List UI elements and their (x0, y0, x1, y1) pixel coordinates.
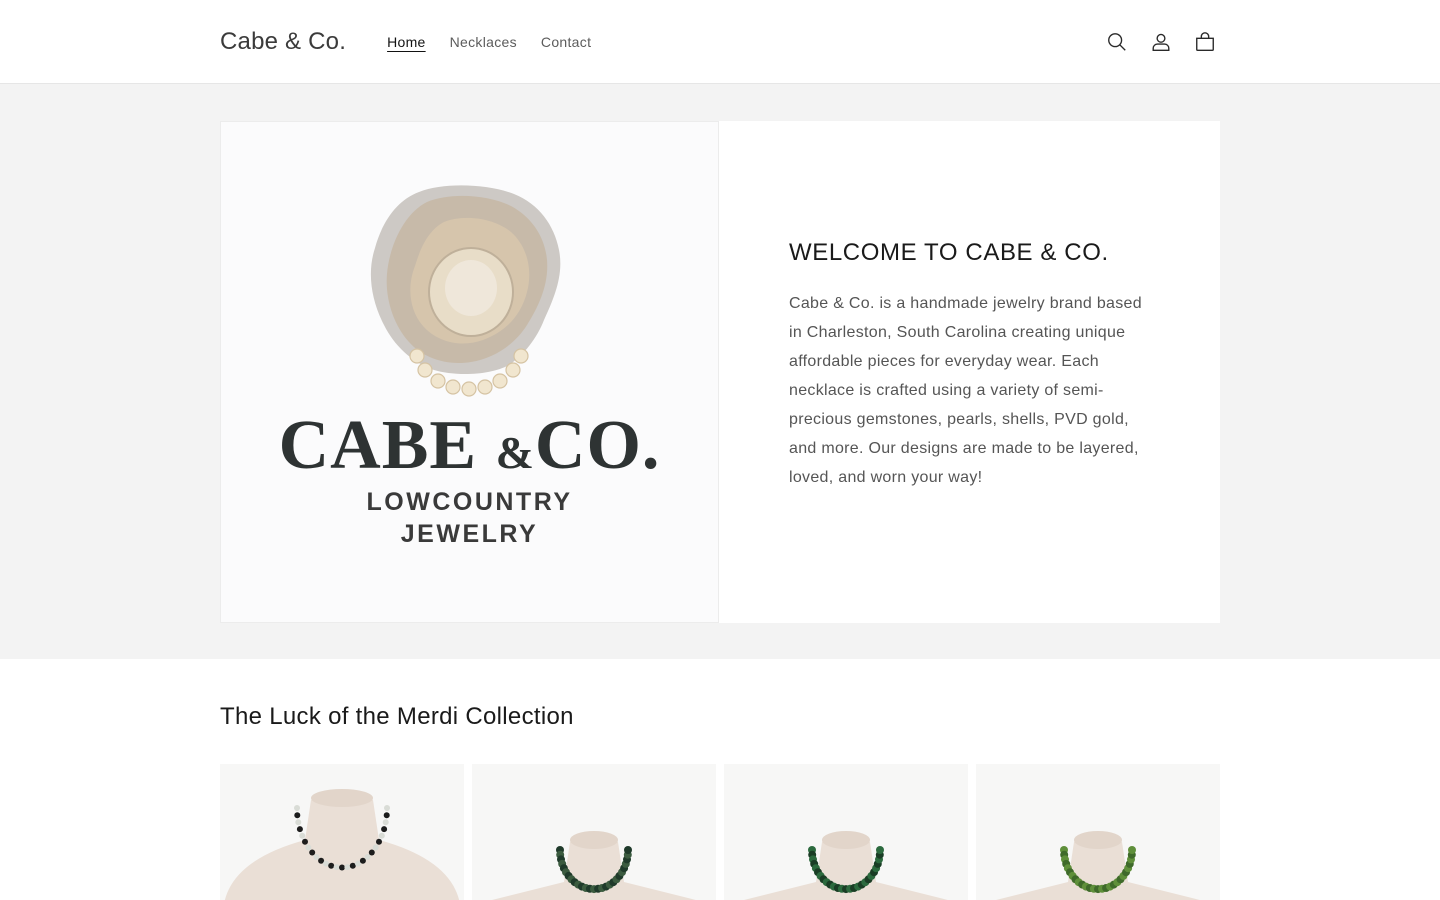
bust-form (225, 791, 459, 900)
necklace-bead (294, 805, 300, 811)
nav-home[interactable]: Home (375, 34, 438, 50)
necklace-bead (381, 826, 388, 833)
necklace-bead (302, 838, 308, 845)
necklace-photo (491, 831, 696, 900)
necklace-bead (359, 857, 366, 864)
main-nav: Home Necklaces Contact (375, 34, 603, 50)
necklace-bead (333, 864, 340, 871)
hero-brand-image: CABE &CO. LOWCOUNTRY JEWELRY (220, 121, 719, 623)
product-grid (220, 764, 1220, 900)
necklace-bead (368, 849, 375, 856)
bust-top (822, 831, 870, 849)
nav-contact[interactable]: Contact (529, 34, 603, 50)
brand-tagline-line1: LOWCOUNTRY (366, 488, 573, 516)
brand-wordmark-ampersand: & (495, 427, 535, 478)
account-icon (1152, 33, 1170, 51)
necklace-bead (384, 805, 390, 811)
necklace-bead (323, 860, 329, 867)
necklace-bead (382, 819, 389, 826)
necklace-bead (383, 812, 390, 819)
product-card[interactable] (724, 764, 968, 900)
necklace-photo (743, 831, 948, 900)
search-icon (1108, 33, 1126, 51)
collection-section: The Luck of the Merdi Collection (0, 659, 1440, 900)
collection-title: The Luck of the Merdi Collection (220, 703, 574, 730)
product-card[interactable] (976, 764, 1220, 900)
necklace-bead (344, 864, 351, 871)
product-card[interactable] (472, 764, 716, 900)
header-icons (1102, 27, 1220, 57)
necklace-bead (328, 862, 335, 869)
site-logo[interactable]: Cabe & Co. (220, 28, 346, 56)
necklace-bead (624, 846, 632, 854)
necklace-bead (364, 854, 371, 860)
necklace-bead (294, 812, 301, 819)
cart-button[interactable] (1190, 27, 1220, 57)
necklace-bead (305, 844, 312, 851)
necklace-bead (349, 862, 356, 869)
product-card[interactable] (220, 764, 464, 900)
necklace-photo (995, 831, 1200, 900)
hero-section: CABE &CO. LOWCOUNTRY JEWELRY WELCOME TO … (0, 84, 1440, 659)
header-inner: Cabe & Co. Home Necklaces Contact (220, 0, 1220, 84)
oyster-pearl-illustration (370, 185, 561, 397)
hero-body-text: Cabe & Co. is a handmade jewelry brand b… (789, 295, 1142, 486)
account-button[interactable] (1146, 27, 1176, 57)
necklace-bead (376, 838, 382, 845)
site-header: Cabe & Co. Home Necklaces Contact (0, 0, 1440, 84)
bust-top (1074, 831, 1122, 849)
necklace-bead (372, 844, 379, 851)
brand-wordmark: CABE &CO. (221, 406, 718, 486)
hero-card: CABE &CO. LOWCOUNTRY JEWELRY WELCOME TO … (220, 121, 1220, 623)
nav-necklaces[interactable]: Necklaces (438, 34, 529, 50)
necklace-bead (378, 832, 385, 839)
necklace-bead (299, 832, 306, 839)
necklace-bead (309, 849, 316, 856)
necklace-bead (339, 864, 345, 871)
hero-text-panel: WELCOME TO CABE & CO. Cabe & Co. is a ha… (719, 121, 1220, 623)
search-button[interactable] (1102, 27, 1132, 57)
necklace-bead (296, 826, 303, 833)
brand-wordmark-cabe: CABE (278, 407, 496, 484)
bust-top (311, 789, 373, 807)
necklace-bead (295, 819, 302, 826)
necklace-bead (876, 846, 884, 854)
brand-wordmark-co: CO. (534, 407, 661, 484)
brand-tagline-line2: JEWELRY (400, 520, 539, 548)
cart-icon (1196, 32, 1214, 51)
necklace-bead (313, 854, 320, 860)
bust-top (570, 831, 618, 849)
necklace-photo (225, 789, 459, 900)
necklace-bead (1128, 846, 1136, 854)
hero-heading: WELCOME TO CABE & CO. (789, 239, 1109, 266)
